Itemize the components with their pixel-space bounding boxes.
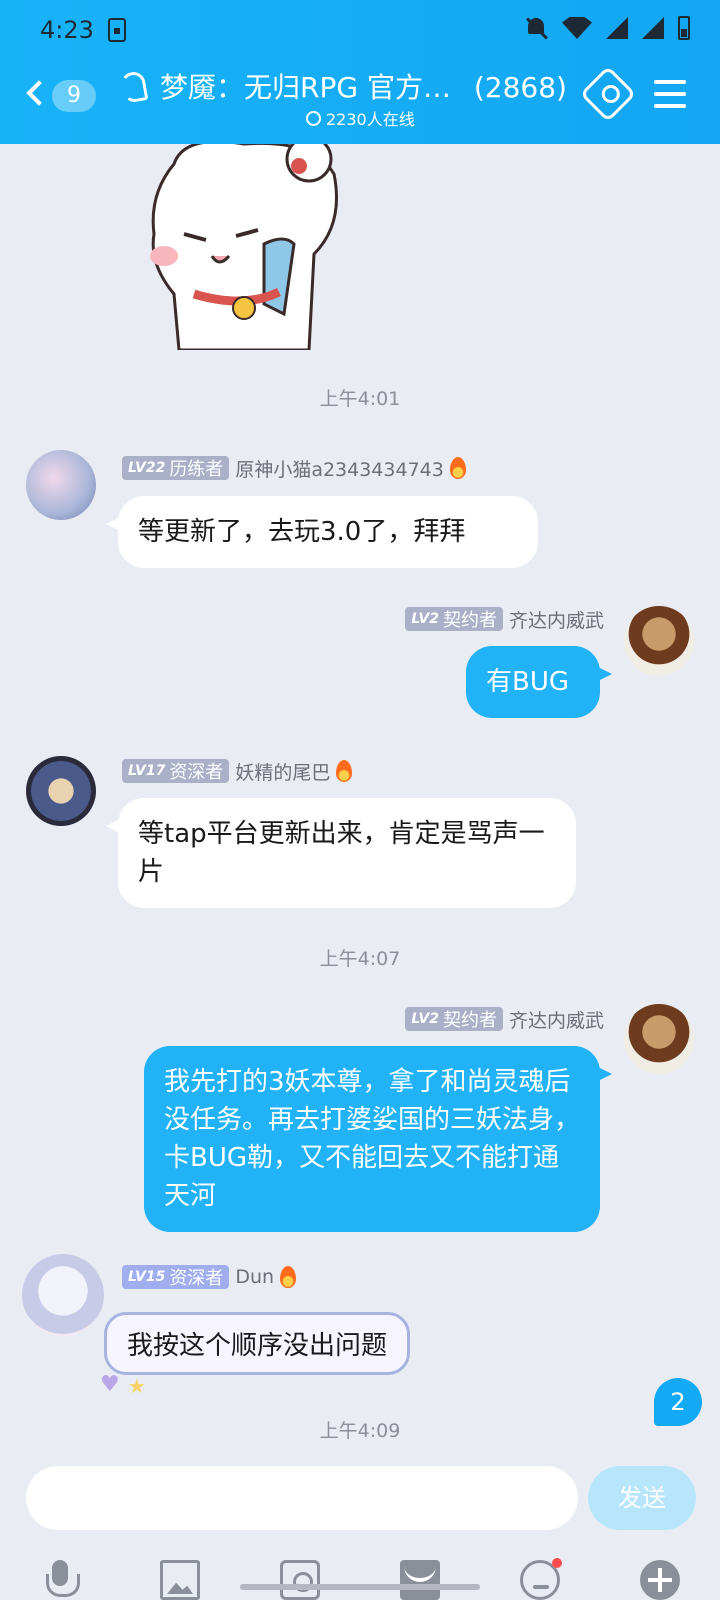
battery-icon <box>678 16 690 40</box>
avatar[interactable] <box>26 756 96 826</box>
message-bubble[interactable]: 我先打的3妖本尊，拿了和尚灵魂后没任务。再去打婆娑国的三妖法身，卡BUG勒，又不… <box>144 1046 612 1232</box>
message-bubble[interactable]: 我按这个顺序没出问题 <box>104 1312 411 1375</box>
sender-info: LV22 历练者 原神小猫a2343434743 <box>122 455 466 481</box>
sender-name[interactable]: 原神小猫a2343434743 <box>235 455 444 482</box>
level-badge: LV2 契约者 <box>405 607 503 631</box>
fire-icon <box>280 1266 297 1288</box>
message-bubble[interactable]: 等tap平台更新出来，肯定是骂声一片 <box>106 798 576 908</box>
level-badge: LV22 历练者 <box>122 456 230 480</box>
fire-icon <box>449 457 466 479</box>
level-badge: LV15 资深者 <box>122 1265 230 1289</box>
message-bubble[interactable]: 等更新了，去玩3.0了，拜拜 <box>106 496 538 568</box>
unread-count-badge: 9 <box>52 80 96 112</box>
star-icon: ★ <box>128 1374 146 1398</box>
avatar[interactable] <box>26 450 96 520</box>
menu-icon[interactable] <box>654 80 686 108</box>
toolbar <box>0 1558 720 1600</box>
sender-info: LV2 契约者 齐达内威武 <box>405 606 604 632</box>
timestamp: 上午4:01 <box>319 388 401 410</box>
status-time: 4:23 <box>40 16 94 44</box>
avatar[interactable] <box>624 606 694 676</box>
sim-icon <box>108 18 126 42</box>
level-badge: LV2 契约者 <box>405 1007 503 1031</box>
earpiece-mode-icon[interactable] <box>119 70 149 104</box>
sender-info: LV15 资深者 Dun <box>122 1264 297 1290</box>
chat-title[interactable]: 梦魇：无归RPG 官方… (2868) <box>160 66 570 106</box>
online-icon <box>306 110 321 126</box>
online-status: 2230人在线 <box>306 106 415 130</box>
nav-bar: 9 梦魇：无归RPG 官方… (2868) 2230人在线 <box>0 64 720 134</box>
avatar[interactable] <box>624 1004 694 1074</box>
status-bar: 4:23 <box>0 14 720 50</box>
fire-icon <box>336 760 353 782</box>
timestamp: 上午4:09 <box>319 1420 401 1442</box>
sticker-image[interactable] <box>144 144 344 350</box>
member-count: (2868) <box>473 71 567 104</box>
group-tag-icon[interactable] <box>579 65 637 123</box>
mute-icon <box>524 16 548 40</box>
sender-info: LV17 资深者 妖精的尾巴 <box>122 758 353 785</box>
home-indicator[interactable] <box>240 1584 480 1590</box>
mic-icon[interactable] <box>40 1560 80 1600</box>
heart-icon: ♥ <box>100 1372 120 1397</box>
online-count: 2230人在线 <box>326 110 415 129</box>
red-packet-icon[interactable] <box>400 1560 440 1600</box>
send-button[interactable]: 发送 <box>588 1466 696 1530</box>
sender-name[interactable]: Dun <box>235 1266 274 1288</box>
sender-name[interactable]: 齐达内威武 <box>509 606 604 633</box>
group-name: 梦魇：无归RPG 官方… <box>160 71 451 104</box>
status-icons <box>524 16 690 40</box>
camera-icon[interactable] <box>280 1560 320 1600</box>
avatar[interactable] <box>22 1254 104 1336</box>
sender-name[interactable]: 妖精的尾巴 <box>235 758 330 785</box>
image-icon[interactable] <box>160 1560 200 1600</box>
back-button[interactable]: 9 <box>26 78 102 118</box>
notification-dot <box>552 1558 562 1568</box>
message-input[interactable] <box>26 1466 578 1530</box>
level-badge: LV17 资深者 <box>122 759 230 783</box>
input-bar: 发送 <box>0 1448 720 1600</box>
chevron-left-icon <box>26 80 52 106</box>
wifi-icon <box>562 17 592 39</box>
timestamp: 上午4:07 <box>319 948 401 970</box>
message-bubble[interactable]: 有BUG <box>466 646 612 718</box>
signal-icon-2 <box>642 17 664 39</box>
sender-info: LV2 契约者 齐达内威武 <box>405 1006 604 1032</box>
plus-icon[interactable] <box>640 1560 680 1600</box>
signal-icon <box>606 17 628 39</box>
sender-name[interactable]: 齐达内威武 <box>509 1006 604 1033</box>
chat-header: 4:23 9 梦魇：无归RPG 官方… (2868) 2230人在线 <box>0 0 720 144</box>
